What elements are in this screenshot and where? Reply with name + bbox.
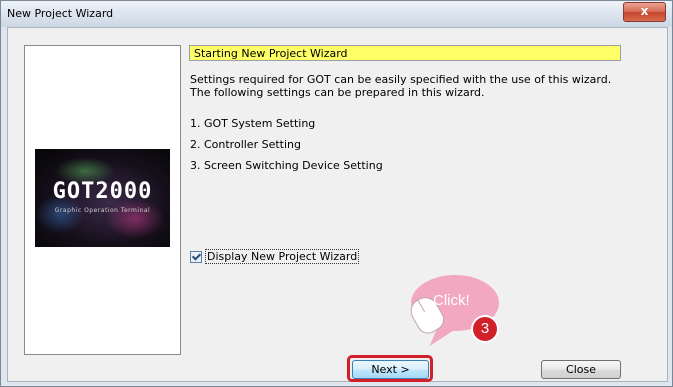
logo-decoration <box>105 199 165 239</box>
list-item: 3. Screen Switching Device Setting <box>190 159 383 172</box>
display-wizard-checkbox[interactable] <box>190 250 202 263</box>
display-wizard-option[interactable]: Display New Project Wizard <box>190 249 360 264</box>
wizard-description: Settings required for GOT can be easily … <box>190 73 630 99</box>
settings-list: 1. GOT System Setting 2. Controller Sett… <box>190 117 383 180</box>
click-callout: Click! 3 <box>395 275 525 355</box>
logo-text: GOT2000 <box>52 179 153 204</box>
callout-text: Click! <box>433 292 470 309</box>
list-item: 1. GOT System Setting <box>190 117 316 130</box>
got2000-logo: GOT2000 Graphic Operation Terminal <box>35 149 170 247</box>
logo-subtitle: Graphic Operation Terminal <box>54 207 151 214</box>
window-title: New Project Wizard <box>7 7 114 20</box>
new-project-wizard-window: New Project Wizard x GOT2000 Graphic Ope… <box>0 0 673 387</box>
window-close-icon[interactable]: x <box>623 2 666 22</box>
display-wizard-label[interactable]: Display New Project Wizard <box>205 249 360 264</box>
list-item: 2. Controller Setting <box>190 138 301 151</box>
wizard-image-panel: GOT2000 Graphic Operation Terminal <box>24 45 181 355</box>
wizard-heading: Starting New Project Wizard <box>189 45 621 61</box>
title-bar[interactable]: New Project Wizard x <box>1 1 672 27</box>
description-line: The following settings can be prepared i… <box>190 86 485 99</box>
wizard-client-area: GOT2000 Graphic Operation Terminal Start… <box>7 27 668 382</box>
close-button[interactable]: Close <box>541 360 621 379</box>
description-line: Settings required for GOT can be easily … <box>190 73 612 86</box>
next-button[interactable]: Next > <box>352 360 429 379</box>
step-number-badge: 3 <box>473 317 497 341</box>
